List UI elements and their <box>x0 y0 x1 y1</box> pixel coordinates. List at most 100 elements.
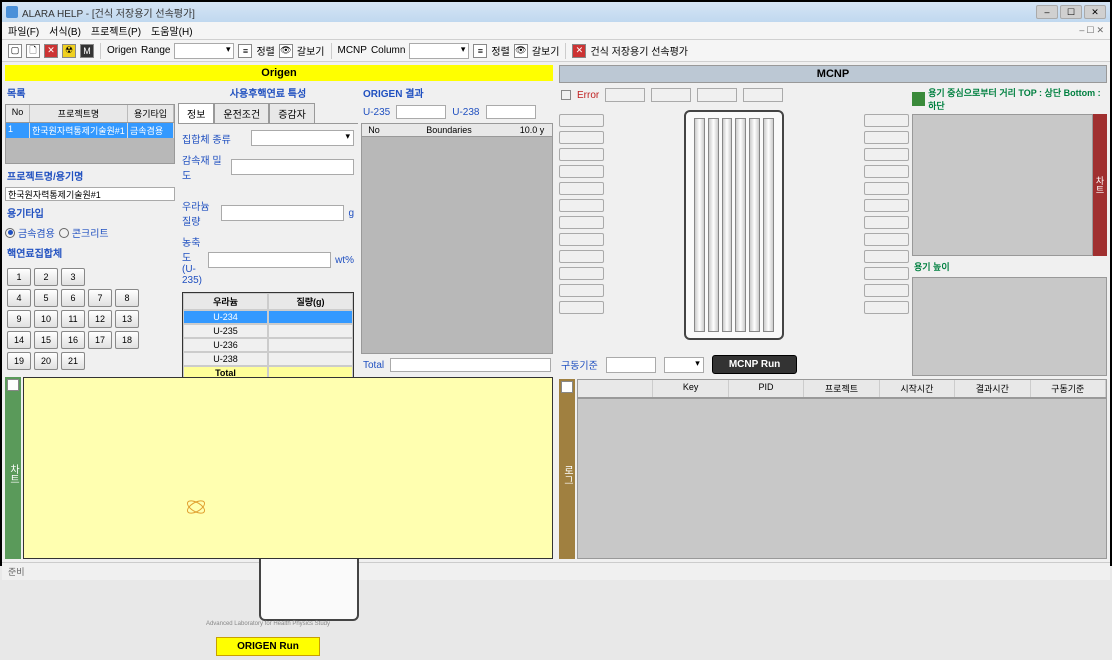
table-row[interactable]: U-234 <box>183 310 353 324</box>
radio-metal[interactable]: 금속겸용 <box>5 225 55 240</box>
slot[interactable] <box>559 114 604 127</box>
close-button[interactable]: ✕ <box>1084 5 1106 19</box>
slot[interactable] <box>559 148 604 161</box>
maximize-button[interactable]: ☐ <box>1060 5 1082 19</box>
slot[interactable] <box>559 199 604 212</box>
slot[interactable] <box>559 216 604 229</box>
mdi-max-button[interactable]: ☐ <box>1086 25 1094 36</box>
table-row[interactable]: U-236 <box>183 338 353 352</box>
slot[interactable] <box>559 250 604 263</box>
new-icon[interactable]: ▢ <box>8 44 22 58</box>
distance-label: 용기 중심으로부터 거리 TOP : 상단 Bottom : 하단 <box>928 86 1107 112</box>
enrichment-input[interactable] <box>208 252 331 268</box>
numpad-btn[interactable]: 17 <box>88 331 112 349</box>
origen-run-button[interactable]: ORIGEN Run <box>216 637 320 656</box>
slot[interactable] <box>559 301 604 314</box>
slot[interactable] <box>559 284 604 297</box>
numpad-btn[interactable]: 20 <box>34 352 58 370</box>
toolbar-mcnp-label: MCNP <box>338 45 367 56</box>
numpad-btn[interactable]: 18 <box>115 331 139 349</box>
numpad-btn[interactable]: 16 <box>61 331 85 349</box>
numpad-btn[interactable]: 12 <box>88 310 112 328</box>
open-icon[interactable]: 🗋 <box>26 44 40 58</box>
result-grid[interactable] <box>361 137 553 354</box>
radio-concrete[interactable]: 콘크리트 <box>59 225 109 240</box>
project-grid[interactable]: 1 한국원자력통제기술원#1 금속겸용 <box>5 123 175 164</box>
tab-modifiers[interactable]: 증감자 <box>269 103 315 123</box>
sort2-icon[interactable]: ≡ <box>473 44 487 58</box>
numpad-btn[interactable]: 10 <box>34 310 58 328</box>
m-icon[interactable]: M <box>80 44 94 58</box>
uranium-mass-label: 우라늄 질량 <box>182 198 217 228</box>
numpad-btn[interactable]: 3 <box>61 268 85 286</box>
slot[interactable] <box>559 165 604 178</box>
tab-info[interactable]: 정보 <box>178 103 214 123</box>
slot[interactable] <box>864 199 909 212</box>
numpad-btn[interactable]: 11 <box>61 310 85 328</box>
numpad-btn[interactable]: 4 <box>7 289 31 307</box>
numpad-btn[interactable]: 2 <box>34 268 58 286</box>
chart-tab-left[interactable]: 차트 <box>5 377 21 559</box>
numpad-btn[interactable]: 8 <box>115 289 139 307</box>
delete-icon[interactable]: ✕ <box>44 44 58 58</box>
mdi-restore-button[interactable]: ‒ <box>1079 25 1084 36</box>
run-criteria-dropdown[interactable] <box>664 357 704 373</box>
numpad-btn[interactable]: 19 <box>7 352 31 370</box>
view2-icon[interactable]: 👁 <box>514 44 528 58</box>
slot[interactable] <box>864 131 909 144</box>
uranium-mass-input[interactable] <box>221 205 344 221</box>
numpad-btn[interactable]: 6 <box>61 289 85 307</box>
slot[interactable] <box>864 233 909 246</box>
slot[interactable] <box>864 114 909 127</box>
log-grid[interactable] <box>577 398 1107 559</box>
minimize-button[interactable]: ‒ <box>1036 5 1058 19</box>
assembly-type-dropdown[interactable] <box>251 130 354 146</box>
mcnp-run-button[interactable]: MCNP Run <box>712 355 797 374</box>
run-criteria-input[interactable] <box>606 357 656 373</box>
view-icon[interactable]: 👁 <box>279 44 293 58</box>
u238-value <box>486 105 536 119</box>
chart-vtab-right[interactable]: 차트 <box>1093 114 1107 256</box>
error-checkbox[interactable] <box>561 90 571 100</box>
sort-icon[interactable]: ≡ <box>238 44 252 58</box>
table-row[interactable]: 1 한국원자력통제기술원#1 금속겸용 <box>6 123 174 138</box>
slot[interactable] <box>559 131 604 144</box>
numpad-btn[interactable]: 14 <box>7 331 31 349</box>
cancel-icon[interactable]: ✕ <box>572 44 586 58</box>
numpad-btn[interactable]: 5 <box>34 289 58 307</box>
numpad-btn[interactable]: 9 <box>7 310 31 328</box>
error-slot <box>605 88 645 102</box>
slot[interactable] <box>864 267 909 280</box>
log-tab[interactable]: 로그 <box>559 379 575 559</box>
moderator-density-input[interactable] <box>231 159 354 175</box>
slot[interactable] <box>864 165 909 178</box>
slot[interactable] <box>864 250 909 263</box>
slot[interactable] <box>864 148 909 161</box>
numpad-btn[interactable]: 21 <box>61 352 85 370</box>
menu-file[interactable]: 파일(F) <box>8 23 39 38</box>
table-row[interactable]: U-235 <box>183 324 353 338</box>
range-dropdown[interactable] <box>174 43 234 59</box>
tab-operating[interactable]: 운전조건 <box>214 103 269 123</box>
menu-format[interactable]: 서식(B) <box>49 23 81 38</box>
numpad-btn[interactable]: 1 <box>7 268 31 286</box>
numpad-btn[interactable]: 15 <box>34 331 58 349</box>
column-dropdown[interactable] <box>409 43 469 59</box>
slot[interactable] <box>864 284 909 297</box>
expand-icon[interactable] <box>561 381 573 393</box>
numpad-btn[interactable]: 13 <box>115 310 139 328</box>
project-name-input[interactable] <box>5 187 175 201</box>
slot[interactable] <box>559 233 604 246</box>
slot[interactable] <box>864 301 909 314</box>
radiation-icon[interactable]: ☢ <box>62 44 76 58</box>
slot[interactable] <box>559 267 604 280</box>
slot[interactable] <box>864 216 909 229</box>
numpad-btn[interactable]: 7 <box>88 289 112 307</box>
menu-help[interactable]: 도움말(H) <box>151 23 192 38</box>
slot[interactable] <box>559 182 604 195</box>
slot[interactable] <box>864 182 909 195</box>
mdi-close-button[interactable]: ✕ <box>1096 25 1104 36</box>
expand-icon[interactable] <box>7 379 19 391</box>
table-row[interactable]: U-238 <box>183 352 353 366</box>
menu-project[interactable]: 프로젝트(P) <box>91 23 141 38</box>
